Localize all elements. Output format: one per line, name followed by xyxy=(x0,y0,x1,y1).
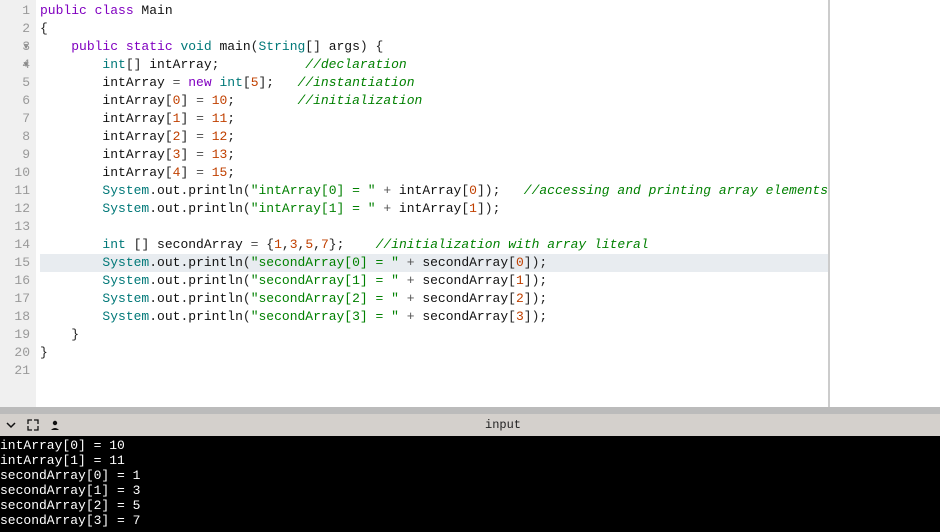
code-editor[interactable]: 12 ▾3 ▾456789101112131415161718192021 pu… xyxy=(0,0,940,407)
code-line[interactable]: int [] secondArray = {1,3,5,7}; //initia… xyxy=(40,236,828,254)
code-line[interactable]: intArray[1] = 11; xyxy=(40,110,828,128)
line-number: 14 xyxy=(8,236,30,254)
chevron-down-icon[interactable] xyxy=(4,418,18,432)
code-line[interactable]: } xyxy=(40,326,828,344)
line-number: 1 xyxy=(8,2,30,20)
line-number: 5 xyxy=(8,74,30,92)
line-number: 15 xyxy=(8,254,30,272)
code-line[interactable]: System.out.println("intArray[0] = " + in… xyxy=(40,182,828,200)
line-number: 19 xyxy=(8,326,30,344)
line-number: 6 xyxy=(8,92,30,110)
code-line[interactable]: int[] intArray; //declaration xyxy=(40,56,828,74)
console-tab-label[interactable]: input xyxy=(485,418,521,432)
code-line[interactable]: System.out.println("secondArray[0] = " +… xyxy=(40,254,828,272)
console-line: intArray[0] = 10 xyxy=(0,438,940,453)
code-line[interactable]: intArray[2] = 12; xyxy=(40,128,828,146)
console-line: secondArray[0] = 1 xyxy=(0,468,940,483)
line-number: 20 xyxy=(8,344,30,362)
line-number: 9 xyxy=(8,146,30,164)
code-line[interactable]: System.out.println("secondArray[2] = " +… xyxy=(40,290,828,308)
line-number: 2 ▾ xyxy=(8,20,30,38)
pane-divider[interactable] xyxy=(0,407,940,414)
code-line[interactable]: intArray[0] = 10; //initialization xyxy=(40,92,828,110)
code-line[interactable]: public static void main(String[] args) { xyxy=(40,38,828,56)
code-line[interactable]: intArray[3] = 13; xyxy=(40,146,828,164)
console-line: secondArray[2] = 5 xyxy=(0,498,940,513)
code-line[interactable]: } xyxy=(40,344,828,362)
console-line: secondArray[3] = 7 xyxy=(0,513,940,528)
code-line[interactable]: public class Main xyxy=(40,2,828,20)
console-line: intArray[1] = 11 xyxy=(0,453,940,468)
code-line[interactable]: intArray[4] = 15; xyxy=(40,164,828,182)
line-number: 4 xyxy=(8,56,30,74)
code-line[interactable]: intArray = new int[5]; //instantiation xyxy=(40,74,828,92)
code-line[interactable]: System.out.println("secondArray[3] = " +… xyxy=(40,308,828,326)
line-number: 10 xyxy=(8,164,30,182)
line-number: 11 xyxy=(8,182,30,200)
console-line: secondArray[1] = 3 xyxy=(0,483,940,498)
code-line[interactable]: { xyxy=(40,20,828,38)
code-line[interactable]: System.out.println("secondArray[1] = " +… xyxy=(40,272,828,290)
console-output: intArray[0] = 10intArray[1] = 11secondAr… xyxy=(0,436,940,532)
line-number: 18 xyxy=(8,308,30,326)
editor-right-margin xyxy=(830,0,940,407)
line-number: 17 xyxy=(8,290,30,308)
line-number: 12 xyxy=(8,200,30,218)
code-line[interactable] xyxy=(40,218,828,236)
line-number: 21 xyxy=(8,362,30,380)
line-number-gutter: 12 ▾3 ▾456789101112131415161718192021 xyxy=(0,0,36,407)
line-number: 3 ▾ xyxy=(8,38,30,56)
console-toolbar: input xyxy=(0,414,940,436)
code-line[interactable] xyxy=(40,362,828,380)
person-icon[interactable] xyxy=(48,418,62,432)
line-number: 8 xyxy=(8,128,30,146)
code-line[interactable]: System.out.println("intArray[1] = " + in… xyxy=(40,200,828,218)
line-number: 13 xyxy=(8,218,30,236)
code-area[interactable]: public class Main{ public static void ma… xyxy=(36,0,830,407)
line-number: 7 xyxy=(8,110,30,128)
line-number: 16 xyxy=(8,272,30,290)
expand-icon[interactable] xyxy=(26,418,40,432)
